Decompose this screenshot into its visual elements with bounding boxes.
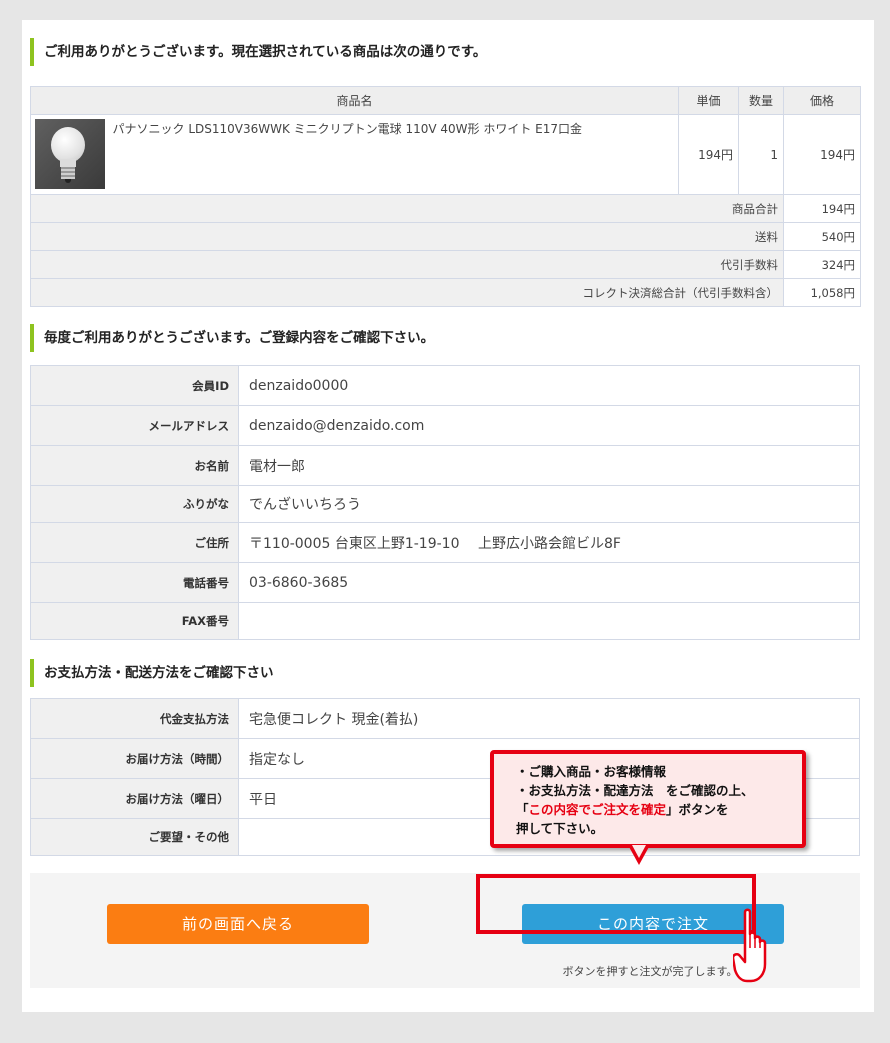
member-row: 電話番号 03-6860-3685: [30, 562, 860, 603]
member-row: 会員ID denzaido0000: [30, 365, 860, 406]
summary-label: 商品合計: [29, 194, 785, 223]
cart-item-row: パナソニック LDS110V36WWK ミニクリプトン電球 110V 40W形 …: [30, 114, 862, 195]
member-info-table: 会員ID denzaido0000 メールアドレス denzaido@denza…: [30, 365, 860, 640]
col-header-price: 価格: [783, 86, 862, 115]
member-row: ご住所 〒110-0005 台東区上野1-19-10 上野広小路会館ビル8F: [30, 522, 860, 563]
summary-value: 1,058円: [783, 278, 862, 307]
payment-section-title: お支払方法・配送方法をご確認下さい: [30, 659, 274, 687]
product-name[interactable]: パナソニック LDS110V36WWK ミニクリプトン電球 110V 40W形 …: [108, 114, 680, 195]
summary-row: コレクト決済総合計（代引手数料含） 1,058円: [29, 278, 862, 307]
member-row: お名前 電材一郎: [30, 445, 860, 486]
hand-pointer-icon: [733, 908, 767, 983]
email-value: denzaido@denzaido.com: [238, 405, 860, 446]
payment-row: 代金支払方法 宅急便コレクト 現金(着払): [30, 698, 860, 739]
phone-label: 電話番号: [30, 562, 239, 603]
callout-line: 押して下さい。: [516, 821, 604, 836]
col-header-unit-price: 単価: [678, 86, 740, 115]
summary-label: 代引手数料: [29, 250, 785, 279]
member-id-label: 会員ID: [30, 365, 239, 406]
cart-section-title: ご利用ありがとうございます。現在選択されている商品は次の通りです。: [30, 38, 486, 66]
summary-value: 324円: [783, 250, 862, 279]
callout-line: 「この内容でご注文を確定」ボタンを: [516, 800, 794, 819]
product-image-cell: [30, 114, 109, 195]
summary-row: 代引手数料 324円: [29, 250, 862, 279]
order-confirm-page: ご利用ありがとうございます。現在選択されている商品は次の通りです。 商品名 単価…: [22, 20, 874, 1012]
callout-highlight: この内容でご注文を確定: [528, 802, 667, 817]
summary-row: 商品合計 194円: [29, 194, 862, 223]
fax-value: [238, 602, 860, 640]
payment-method-label: 代金支払方法: [30, 698, 239, 739]
furigana-value: でんざいいちろう: [238, 485, 860, 523]
callout-line: ・お支払方法・配達方法 をご確認の上、: [516, 783, 754, 798]
furigana-label: ふりがな: [30, 485, 239, 523]
name-value: 電材一郎: [238, 445, 860, 486]
product-qty: 1: [738, 114, 785, 195]
member-row: メールアドレス denzaido@denzaido.com: [30, 405, 860, 446]
product-price: 194円: [783, 114, 862, 195]
payment-method-value: 宅急便コレクト 現金(着払): [238, 698, 860, 739]
summary-label: コレクト決済総合計（代引手数料含）: [29, 278, 785, 307]
product-unit-price: 194円: [678, 114, 740, 195]
cart-table: 商品名 単価 数量 価格 パナソニック LDS110V36WWK ミニクリプトン…: [29, 86, 862, 307]
address-label: ご住所: [30, 522, 239, 563]
callout-text: 「: [516, 802, 529, 817]
summary-label: 送料: [29, 222, 785, 251]
member-id-value: denzaido0000: [238, 365, 860, 406]
member-section-title: 毎度ご利用ありがとうございます。ご登録内容をご確認下さい。: [30, 324, 434, 352]
delivery-day-label: お届け方法（曜日）: [30, 778, 239, 819]
col-header-name: 商品名: [29, 86, 680, 115]
delivery-time-label: お届け方法（時間）: [30, 738, 239, 779]
instruction-callout: ・ご購入商品・お客様情報 ・お支払方法・配達方法 をご確認の上、 「この内容でご…: [490, 750, 806, 848]
email-label: メールアドレス: [30, 405, 239, 446]
callout-line: ・ご購入商品・お客様情報: [516, 764, 667, 779]
summary-value: 194円: [783, 194, 862, 223]
fax-label: FAX番号: [30, 602, 239, 640]
light-bulb-image[interactable]: [35, 119, 105, 189]
summary-row: 送料 540円: [29, 222, 862, 251]
member-row: FAX番号: [30, 602, 860, 640]
callout-text: 」ボタンを: [666, 802, 729, 817]
phone-value: 03-6860-3685: [238, 562, 860, 603]
member-row: ふりがな でんざいいちろう: [30, 485, 860, 523]
address-value: 〒110-0005 台東区上野1-19-10 上野広小路会館ビル8F: [238, 522, 860, 563]
order-button-highlight-frame: [476, 874, 756, 934]
request-label: ご要望・その他: [30, 818, 239, 856]
col-header-qty: 数量: [738, 86, 785, 115]
summary-value: 540円: [783, 222, 862, 251]
back-button[interactable]: 前の画面へ戻る: [107, 904, 369, 944]
name-label: お名前: [30, 445, 239, 486]
